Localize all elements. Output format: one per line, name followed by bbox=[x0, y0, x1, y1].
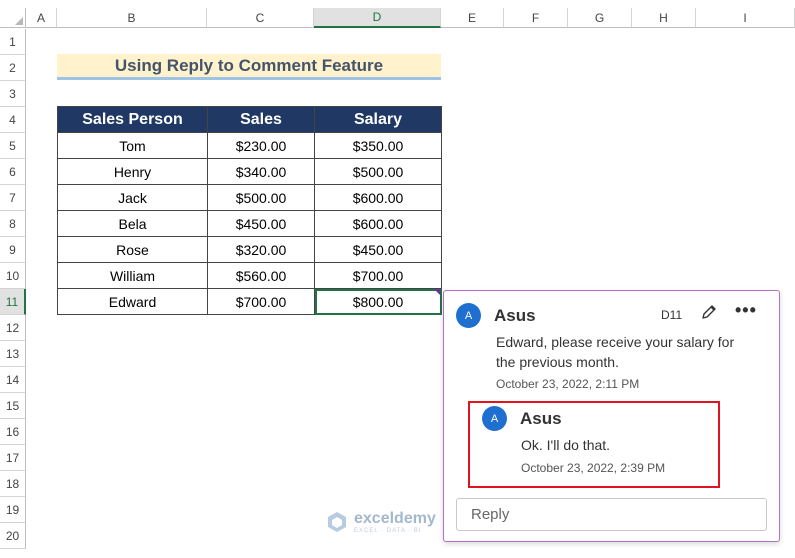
column-header-d[interactable]: D bbox=[314, 8, 441, 28]
comment-author: Asus bbox=[494, 306, 536, 325]
cell-sales-person[interactable]: Rose bbox=[57, 236, 208, 263]
table-row: William $560.00 $700.00 bbox=[57, 262, 442, 289]
row-header-5[interactable]: 5 bbox=[0, 133, 26, 159]
comment-indicator-icon[interactable] bbox=[434, 289, 440, 295]
cell-sales[interactable]: $340.00 bbox=[207, 158, 315, 185]
row-header-18[interactable]: 18 bbox=[0, 471, 26, 497]
row-header-8[interactable]: 8 bbox=[0, 211, 26, 237]
row-header-12[interactable]: 12 bbox=[0, 315, 26, 341]
comment-timestamp: October 23, 2022, 2:11 PM bbox=[496, 377, 640, 391]
reply-author: Asus bbox=[520, 409, 562, 428]
table-row: Edward $700.00 $800.00 bbox=[57, 288, 442, 315]
table-row: Rose $320.00 $450.00 bbox=[57, 236, 442, 263]
cell-salary[interactable]: $450.00 bbox=[314, 236, 442, 263]
cell-sales-person[interactable]: Henry bbox=[57, 158, 208, 185]
cell-sales[interactable]: $560.00 bbox=[207, 262, 315, 289]
table-header-row: Sales Person Sales Salary bbox=[57, 106, 442, 133]
watermark-name: exceldemy bbox=[354, 510, 436, 527]
row-header-11[interactable]: 11 bbox=[0, 289, 26, 315]
row-header-20[interactable]: 20 bbox=[0, 523, 26, 549]
cell-sales-person[interactable]: William bbox=[57, 262, 208, 289]
column-header-g[interactable]: G bbox=[568, 8, 632, 28]
row-header-9[interactable]: 9 bbox=[0, 237, 26, 263]
cell-sales-person[interactable]: Jack bbox=[57, 184, 208, 211]
column-header-i[interactable]: I bbox=[696, 8, 795, 28]
column-header-e[interactable]: E bbox=[441, 8, 504, 28]
row-header-17[interactable]: 17 bbox=[0, 445, 26, 471]
cell-sales[interactable]: $700.00 bbox=[207, 288, 315, 315]
cell-salary[interactable]: $350.00 bbox=[314, 132, 442, 159]
select-all-corner[interactable] bbox=[0, 8, 26, 28]
exceldemy-logo-icon bbox=[328, 512, 346, 532]
sales-table: Sales Person Sales Salary Tom $230.00 $3… bbox=[57, 106, 442, 315]
header-sales[interactable]: Sales bbox=[207, 106, 315, 133]
cell-salary[interactable]: $700.00 bbox=[314, 262, 442, 289]
column-header-a[interactable]: A bbox=[26, 8, 57, 28]
edit-pencil-icon[interactable] bbox=[700, 303, 718, 321]
row-header-1[interactable]: 1 bbox=[0, 29, 26, 55]
column-header-c[interactable]: C bbox=[207, 8, 314, 28]
comment-text-line-1: Edward, please receive your salary for bbox=[496, 334, 735, 350]
row-header-14[interactable]: 14 bbox=[0, 367, 26, 393]
avatar: A bbox=[456, 303, 481, 328]
cell-sales[interactable]: $450.00 bbox=[207, 210, 315, 237]
cell-salary[interactable]: $600.00 bbox=[314, 210, 442, 237]
watermark-tagline: EXCEL · DATA · BI bbox=[354, 528, 422, 534]
cell-sales-person[interactable]: Bela bbox=[57, 210, 208, 237]
column-header-f[interactable]: F bbox=[504, 8, 568, 28]
reply-timestamp: October 23, 2022, 2:39 PM bbox=[521, 461, 666, 475]
sheet-title[interactable]: Using Reply to Comment Feature bbox=[57, 54, 441, 80]
row-header-6[interactable]: 6 bbox=[0, 159, 26, 185]
cell-sales-person[interactable]: Edward bbox=[57, 288, 208, 315]
row-header-13[interactable]: 13 bbox=[0, 341, 26, 367]
cell-salary-selected[interactable]: $800.00 bbox=[314, 288, 442, 315]
table-row: Tom $230.00 $350.00 bbox=[57, 132, 442, 159]
comment-cell-ref: D11 bbox=[661, 308, 683, 322]
cell-salary[interactable]: $500.00 bbox=[314, 158, 442, 185]
table-row: Jack $500.00 $600.00 bbox=[57, 184, 442, 211]
row-header-7[interactable]: 7 bbox=[0, 185, 26, 211]
reply-text: Ok. I'll do that. bbox=[521, 437, 611, 453]
row-header-3[interactable]: 3 bbox=[0, 81, 26, 107]
cell-sales[interactable]: $500.00 bbox=[207, 184, 315, 211]
cell-salary[interactable]: $600.00 bbox=[314, 184, 442, 211]
header-sales-person[interactable]: Sales Person bbox=[57, 106, 208, 133]
row-header-19[interactable]: 19 bbox=[0, 497, 26, 523]
row-header-10[interactable]: 10 bbox=[0, 263, 26, 289]
row-header-16[interactable]: 16 bbox=[0, 419, 26, 445]
row-header-2[interactable]: 2 bbox=[0, 55, 26, 81]
cell-sales[interactable]: $320.00 bbox=[207, 236, 315, 263]
cell-sales-person[interactable]: Tom bbox=[57, 132, 208, 159]
table-row: Bela $450.00 $600.00 bbox=[57, 210, 442, 237]
table-row: Henry $340.00 $500.00 bbox=[57, 158, 442, 185]
comment-thread[interactable]: A Asus D11 ••• Edward, please receive yo… bbox=[443, 290, 780, 542]
more-options-icon[interactable]: ••• bbox=[735, 300, 757, 321]
cell-sales[interactable]: $230.00 bbox=[207, 132, 315, 159]
row-header-4[interactable]: 4 bbox=[0, 107, 26, 133]
row-header-15[interactable]: 15 bbox=[0, 393, 26, 419]
reply-input[interactable]: Reply bbox=[456, 498, 767, 531]
watermark: exceldemy EXCEL · DATA · BI bbox=[326, 510, 436, 534]
comment-text-line-2: the previous month. bbox=[496, 354, 619, 370]
column-header-b[interactable]: B bbox=[57, 8, 207, 28]
column-header-h[interactable]: H bbox=[632, 8, 696, 28]
reply-avatar: A bbox=[482, 406, 507, 431]
header-salary[interactable]: Salary bbox=[314, 106, 442, 133]
spreadsheet-grid[interactable]: A B C D E F G H I 1 2 3 4 5 6 7 8 9 10 1… bbox=[0, 0, 795, 558]
